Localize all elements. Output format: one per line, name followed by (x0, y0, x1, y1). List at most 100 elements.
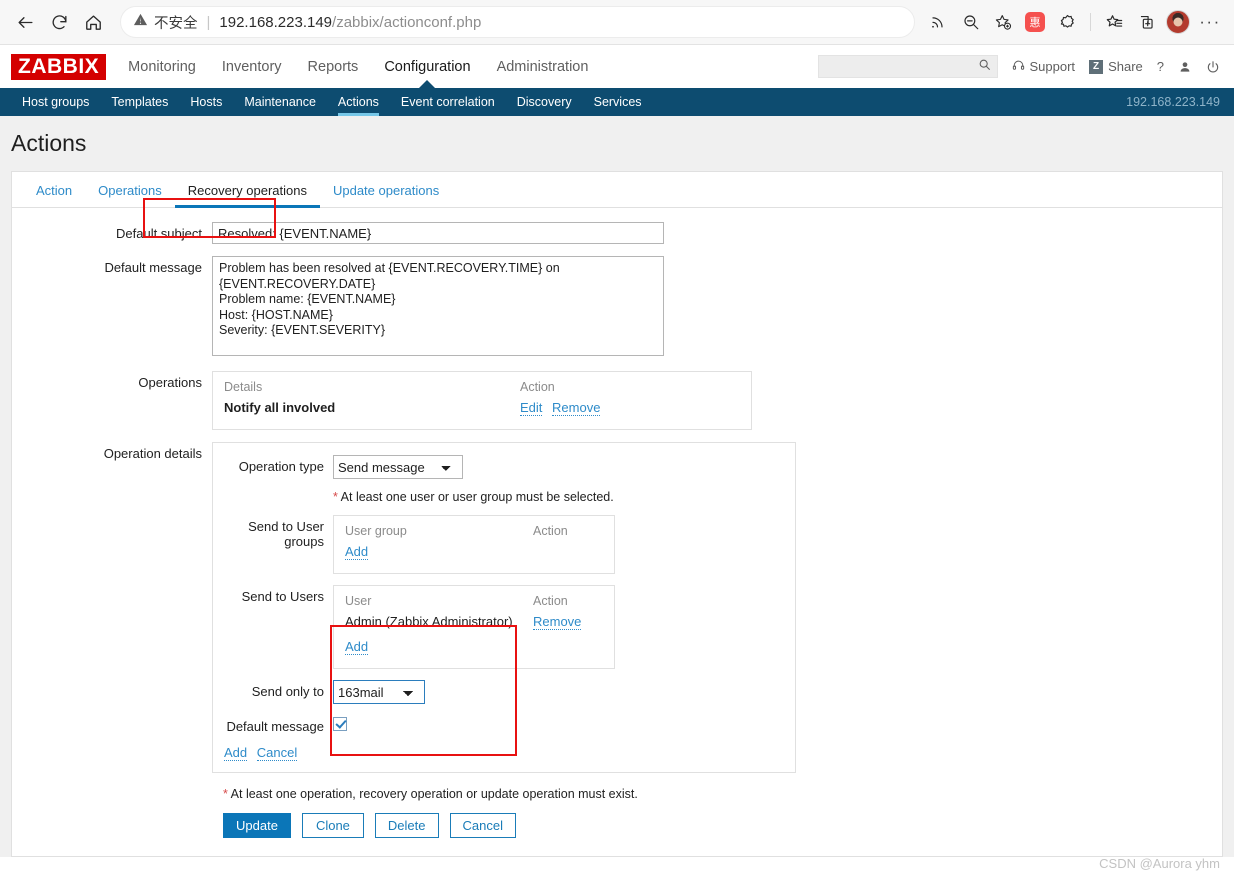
operation-row-actions: Edit Remove (520, 400, 740, 419)
share-label: Share (1108, 59, 1143, 74)
user-action-cell: Remove (533, 614, 603, 633)
add-user-link[interactable]: Add (345, 639, 369, 655)
tab-update-operations[interactable]: Update operations (320, 173, 452, 207)
users-add-row: Add (345, 633, 603, 658)
required-hint-text: At least one user or user group must be … (340, 490, 614, 504)
operation-details-control: Operation type Send message * At least o… (212, 442, 1222, 773)
back-arrow-icon[interactable] (8, 5, 42, 39)
row-required-hint: * At least one user or user group must b… (213, 490, 795, 504)
row-default-message: Default message Problem has been resolve… (12, 256, 1222, 359)
cancel-button[interactable]: Cancel (449, 813, 516, 838)
update-button[interactable]: Update (223, 813, 291, 838)
menu-item-administration[interactable]: Administration (497, 45, 589, 88)
default-subject-input[interactable] (212, 222, 664, 244)
add-user-group-link[interactable]: Add (345, 544, 369, 560)
split-screen-icon[interactable] (1130, 6, 1162, 38)
send-only-to-select[interactable]: 163mail (333, 680, 425, 704)
user-group-col-action: Action (533, 524, 568, 538)
browser-action-icons: 惠 ··· (923, 6, 1226, 38)
menu-item-reports[interactable]: Reports (308, 45, 359, 88)
menu-item-inventory[interactable]: Inventory (222, 45, 282, 88)
footer-required-marker: * (223, 787, 228, 801)
main-menu: Monitoring Inventory Reports Configurati… (128, 45, 588, 88)
global-search[interactable] (817, 55, 998, 78)
send-users-control: User Action Admin (Zabbix Administrator)… (333, 585, 795, 669)
search-icon[interactable] (978, 58, 991, 76)
address-bar[interactable]: 不安全 | 192.168.223.149/zabbix/actionconf.… (120, 6, 915, 38)
subnav-item-host-groups[interactable]: Host groups (11, 88, 100, 116)
subnav-item-hosts[interactable]: Hosts (179, 88, 233, 116)
users-table: User Action Admin (Zabbix Administrator)… (333, 585, 615, 669)
menu-item-configuration[interactable]: Configuration (384, 45, 470, 88)
row-send-users: Send to Users User Action Admin (Zabbix … (213, 585, 795, 669)
profile-avatar[interactable] (1162, 6, 1194, 38)
more-dots: ··· (1199, 12, 1221, 31)
required-hint-spacer (213, 490, 333, 504)
default-message-checkbox[interactable] (333, 716, 347, 731)
form-body: Default subject Default message Problem … (12, 208, 1222, 856)
page-title: Actions (11, 130, 87, 156)
operations-control: Details Action Notify all involved Edit … (212, 371, 1222, 430)
subnav-item-discovery[interactable]: Discovery (506, 88, 583, 116)
extension-badge-icon[interactable]: 惠 (1019, 6, 1051, 38)
share-link[interactable]: Z Share (1089, 59, 1143, 74)
form-tabs: Action Operations Recovery operations Up… (12, 172, 1222, 208)
send-user-groups-control: User group Action Add (333, 515, 795, 574)
extension-glyph: 惠 (1025, 12, 1045, 32)
op-add-link[interactable]: Add (224, 745, 248, 761)
home-icon[interactable] (76, 5, 110, 39)
subnav-item-event-correlation[interactable]: Event correlation (390, 88, 506, 116)
tab-action[interactable]: Action (23, 173, 85, 207)
subnav-item-templates[interactable]: Templates (100, 88, 179, 116)
tab-recovery-operations[interactable]: Recovery operations (174, 173, 321, 208)
help-link[interactable]: ? (1157, 59, 1164, 74)
row-op-default-message: Default message (213, 715, 795, 734)
send-only-to-control: 163mail (333, 680, 795, 704)
send-user-groups-label: Send to User groups (248, 519, 324, 549)
more-options-icon[interactable]: ··· (1194, 6, 1226, 38)
add-favorite-icon[interactable] (987, 6, 1019, 38)
user-name-cell: Admin (Zabbix Administrator) (345, 614, 513, 629)
operations-col-details: Details (224, 380, 263, 394)
row-operations: Operations Details Action Notify all inv… (12, 371, 1222, 430)
subnav-item-services[interactable]: Services (583, 88, 653, 116)
delete-button[interactable]: Delete (374, 813, 439, 838)
remove-operation-link[interactable]: Remove (552, 400, 601, 416)
send-only-to-label: Send only to (251, 684, 324, 699)
read-aloud-icon[interactable] (923, 6, 955, 38)
collections-icon[interactable] (1051, 6, 1083, 38)
reload-icon[interactable] (42, 5, 76, 39)
default-message-label: Default message (104, 260, 202, 275)
tab-operations[interactable]: Operations (85, 173, 175, 207)
clone-button[interactable]: Clone (301, 813, 364, 838)
remove-user-link[interactable]: Remove (533, 614, 582, 630)
default-message-control: Problem has been resolved at {EVENT.RECO… (212, 256, 1222, 359)
subnav-item-actions[interactable]: Actions (327, 88, 390, 116)
user-col-action: Action (533, 594, 568, 608)
default-subject-label: Default subject (116, 226, 202, 241)
op-cancel-link[interactable]: Cancel (256, 745, 298, 761)
favorites-bar-icon[interactable] (1098, 6, 1130, 38)
support-link[interactable]: Support (1012, 59, 1075, 75)
header-utilities: Support Z Share ? (817, 55, 1234, 78)
user-groups-add-row: Add (345, 544, 603, 563)
menu-item-monitoring[interactable]: Monitoring (128, 45, 196, 88)
default-message-textarea[interactable]: Problem has been resolved at {EVENT.RECO… (212, 256, 664, 356)
operations-table: Details Action Notify all involved Edit … (212, 371, 752, 430)
url-text: 192.168.223.149/zabbix/actionconf.php (219, 14, 481, 31)
operation-details-label: Operation details (103, 446, 202, 461)
zabbix-subnav: Host groups Templates Hosts Maintenance … (0, 88, 1234, 116)
watermark: CSDN @Aurora yhm (1099, 856, 1220, 871)
zoom-out-icon[interactable] (955, 6, 987, 38)
search-input[interactable] (824, 58, 978, 75)
zabbix-header: ZABBIX Monitoring Inventory Reports Conf… (0, 45, 1234, 88)
operation-type-label: Operation type (238, 459, 324, 474)
operation-type-select[interactable]: Send message (333, 455, 463, 479)
zabbix-logo[interactable]: ZABBIX (11, 53, 107, 80)
subnav-item-maintenance[interactable]: Maintenance (233, 88, 327, 116)
edit-operation-link[interactable]: Edit (520, 400, 543, 416)
power-icon[interactable] (1206, 60, 1220, 74)
user-settings-icon[interactable] (1178, 60, 1192, 74)
op-action-links: Add Cancel (213, 745, 795, 761)
operation-details-panel: Operation type Send message * At least o… (212, 442, 796, 773)
